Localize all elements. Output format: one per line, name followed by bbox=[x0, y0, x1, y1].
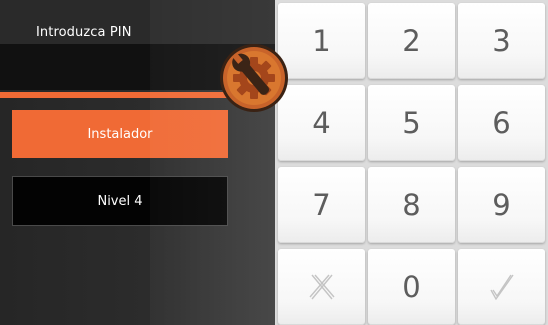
key-3[interactable]: 3 bbox=[458, 3, 545, 79]
pin-keypad: 1 2 3 4 5 6 7 8 9 0 bbox=[275, 0, 548, 325]
key-4[interactable]: 4 bbox=[278, 85, 365, 161]
level-button-label: Nivel 4 bbox=[97, 193, 143, 209]
key-0-label: 0 bbox=[402, 270, 421, 304]
x-icon bbox=[308, 274, 335, 300]
key-4-label: 4 bbox=[312, 106, 331, 140]
key-7[interactable]: 7 bbox=[278, 167, 365, 243]
key-0[interactable]: 0 bbox=[368, 249, 455, 325]
key-2[interactable]: 2 bbox=[368, 3, 455, 79]
installer-tools-icon bbox=[218, 42, 290, 114]
installer-button[interactable]: Instalador bbox=[12, 110, 228, 158]
key-7-label: 7 bbox=[312, 188, 331, 222]
key-8[interactable]: 8 bbox=[368, 167, 455, 243]
key-9[interactable]: 9 bbox=[458, 167, 545, 243]
confirm-button[interactable] bbox=[458, 249, 545, 325]
installer-button-label: Instalador bbox=[87, 126, 153, 142]
accent-line bbox=[0, 92, 245, 98]
key-6[interactable]: 6 bbox=[458, 85, 545, 161]
key-1[interactable]: 1 bbox=[278, 3, 365, 79]
check-icon bbox=[489, 274, 514, 301]
key-6-label: 6 bbox=[492, 106, 511, 140]
level-button[interactable]: Nivel 4 bbox=[12, 176, 228, 226]
key-3-label: 3 bbox=[492, 24, 511, 58]
page-title: Introduzca PIN bbox=[36, 25, 132, 40]
key-1-label: 1 bbox=[312, 24, 331, 58]
key-2-label: 2 bbox=[402, 24, 421, 58]
key-9-label: 9 bbox=[492, 188, 511, 222]
key-5-label: 5 bbox=[402, 106, 421, 140]
key-8-label: 8 bbox=[402, 188, 421, 222]
key-5[interactable]: 5 bbox=[368, 85, 455, 161]
title-bar: Introduzca PIN bbox=[0, 0, 275, 44]
clear-button[interactable] bbox=[278, 249, 365, 325]
